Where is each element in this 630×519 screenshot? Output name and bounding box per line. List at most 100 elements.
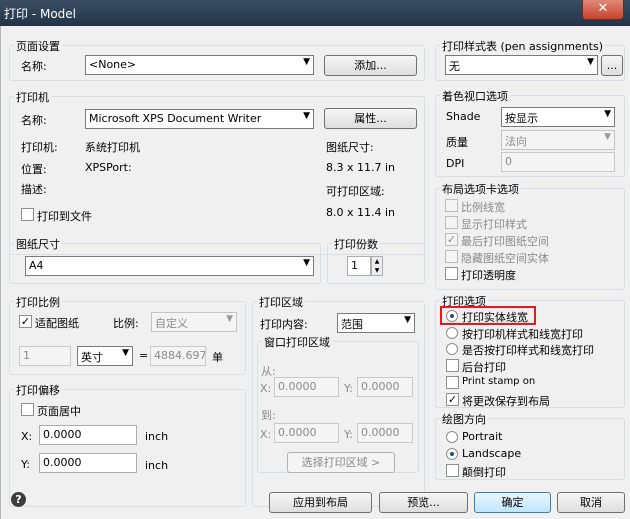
landscape-radio[interactable] xyxy=(446,448,458,460)
print-to-file-label: 打印到文件 xyxy=(37,210,92,223)
chevron-down-icon: ▼ xyxy=(587,57,594,67)
to-x-input[interactable]: 0.0000 xyxy=(274,423,339,443)
edit-plot-style-button[interactable]: ... xyxy=(601,55,623,76)
orientation-title: 绘图方向 xyxy=(440,411,488,427)
chevron-down-icon: ▼ xyxy=(122,348,129,358)
chevron-down-icon: ▼ xyxy=(303,57,310,67)
quality-combo[interactable]: 法向 ▼ xyxy=(501,130,615,150)
what-to-plot-combo[interactable]: 范围 ▼ xyxy=(337,313,415,333)
printer-name-label: 名称: xyxy=(21,114,47,127)
paper-size-value: 8.3 x 11.7 in xyxy=(326,161,396,174)
paperspace-last-checkbox[interactable]: ✓ xyxy=(445,233,458,246)
quality-label: 质量 xyxy=(446,136,468,149)
background-plot-label: 后台打印 xyxy=(462,361,506,374)
offset-x-label: X: xyxy=(21,430,33,443)
printable-area-label: 可打印区域: xyxy=(326,185,385,198)
shade-combo[interactable]: 按显示 ▼ xyxy=(501,107,615,127)
scale-units-label: 单 xyxy=(212,351,223,364)
add-page-setup-button[interactable]: 添加... xyxy=(324,55,417,76)
description-label: 描述: xyxy=(21,183,47,196)
paper-size-label: 图纸尺寸: xyxy=(326,141,374,154)
close-button[interactable]: ✕ xyxy=(582,0,624,20)
scale-units-input[interactable]: 4884.6971 xyxy=(150,346,206,366)
offset-y-input[interactable]: 0.0000 xyxy=(39,453,137,473)
plot-stamp-label: Print stamp on xyxy=(462,376,536,387)
plot-with-styles-radio[interactable] xyxy=(446,343,458,355)
where-label: 位置: xyxy=(21,163,47,176)
offset-y-unit: inch xyxy=(145,459,169,472)
to-x-label: X: xyxy=(260,428,272,441)
equals-sign: = xyxy=(139,349,149,362)
offset-x-unit: inch xyxy=(145,430,169,443)
background-plot-checkbox[interactable] xyxy=(446,359,459,372)
scale-inches-input[interactable]: 1 xyxy=(19,346,71,366)
from-x-label: X: xyxy=(260,382,272,395)
upside-down-checkbox[interactable] xyxy=(446,464,459,477)
printer-title: 打印机 xyxy=(14,89,51,105)
window-title: 打印 - Model xyxy=(4,7,76,21)
copies-spinner[interactable]: ▲ ▼ xyxy=(371,256,383,276)
preview-button[interactable]: 预览... xyxy=(379,492,468,513)
copies-input[interactable]: 1 xyxy=(347,256,371,276)
show-plot-styles-checkbox[interactable] xyxy=(445,216,458,229)
show-plot-styles-label: 显示打印样式 xyxy=(461,218,527,231)
plot-stamp-checkbox[interactable] xyxy=(446,376,459,389)
what-to-plot-label: 打印内容: xyxy=(260,318,308,331)
scale-combo[interactable]: 自定义 ▼ xyxy=(151,312,237,332)
portrait-radio[interactable] xyxy=(446,431,458,443)
chevron-down-icon: ▼ xyxy=(226,314,233,324)
scale-unit-combo[interactable]: 英寸 ▼ xyxy=(77,346,133,366)
by-printer-styles-label: 按打印机样式和线宽打印 xyxy=(462,328,583,341)
save-changes-checkbox[interactable]: ✓ xyxy=(446,393,459,406)
apply-to-layout-button[interactable]: 应用到布局 xyxy=(269,492,372,513)
dpi-input[interactable]: 0 xyxy=(501,152,615,172)
to-y-input[interactable]: 0.0000 xyxy=(357,423,413,443)
chevron-down-icon: ▼ xyxy=(303,258,310,268)
by-printer-styles-radio[interactable] xyxy=(446,327,458,339)
plot-offset-title: 打印偏移 xyxy=(14,382,62,398)
plot-scale-title: 打印比例 xyxy=(14,294,62,310)
page-setup-title: 页面设置 xyxy=(14,38,62,54)
cancel-button[interactable]: 取消 xyxy=(557,492,625,513)
center-plot-checkbox[interactable] xyxy=(21,403,34,416)
ok-button[interactable]: 确定 xyxy=(474,492,551,513)
chevron-down-icon: ▼ xyxy=(303,111,310,121)
from-y-input[interactable]: 0.0000 xyxy=(357,377,413,397)
fit-to-paper-checkbox[interactable]: ✓ xyxy=(19,315,32,328)
plot-style-combo[interactable]: 无 ▼ xyxy=(445,55,598,75)
copies-title: 打印份数 xyxy=(332,236,380,252)
printable-area-value: 8.0 x 11.4 in xyxy=(326,206,396,219)
shaded-viewport-title: 着色视口选项 xyxy=(440,88,510,104)
from-y-label: Y: xyxy=(344,382,353,395)
hide-objects-checkbox[interactable] xyxy=(445,250,458,263)
print-to-file-checkbox[interactable] xyxy=(21,208,34,221)
chevron-down-icon: ▼ xyxy=(604,109,611,119)
upside-down-label: 颠倒打印 xyxy=(462,466,506,479)
paper-size-combo[interactable]: A4 ▼ xyxy=(25,256,314,276)
fit-to-paper-label: 适配图纸 xyxy=(35,317,79,330)
help-icon[interactable]: ? xyxy=(11,492,26,507)
from-x-input[interactable]: 0.0000 xyxy=(274,377,339,397)
save-changes-label: 将更改保存到布局 xyxy=(462,395,550,408)
scale-lineweights-label: 比例线宽 xyxy=(461,201,505,214)
plot-transparency-checkbox[interactable] xyxy=(445,267,458,280)
to-label: 到: xyxy=(261,409,276,422)
solid-lineweights-radio[interactable] xyxy=(446,310,458,322)
printer-name-combo[interactable]: Microsoft XPS Document Writer ▼ xyxy=(85,109,314,129)
window-area-title: 窗口打印区域 xyxy=(262,334,332,350)
chevron-down-icon: ▼ xyxy=(604,132,611,142)
page-setup-name-combo[interactable]: <None> ▼ xyxy=(85,55,314,75)
center-plot-label: 页面居中 xyxy=(37,405,81,418)
layout-options-title: 布局选项卡选项 xyxy=(440,181,521,197)
printer-properties-button[interactable]: 属性... xyxy=(324,108,417,129)
offset-x-input[interactable]: 0.0000 xyxy=(39,425,137,445)
select-plot-area-button[interactable]: 选择打印区域 > xyxy=(287,452,395,473)
landscape-label: Landscape xyxy=(462,447,522,460)
scale-lineweights-checkbox[interactable] xyxy=(445,199,458,212)
plot-transparency-label: 打印透明度 xyxy=(461,269,516,282)
chevron-down-icon: ▼ xyxy=(404,315,411,325)
plot-with-styles-label: 是否按打印样式和线宽打印 xyxy=(462,344,594,357)
plotter-label: 打印机: xyxy=(21,141,58,154)
dpi-label: DPI xyxy=(446,157,465,170)
title-bar: 打印 - Model ✕ xyxy=(0,0,630,26)
